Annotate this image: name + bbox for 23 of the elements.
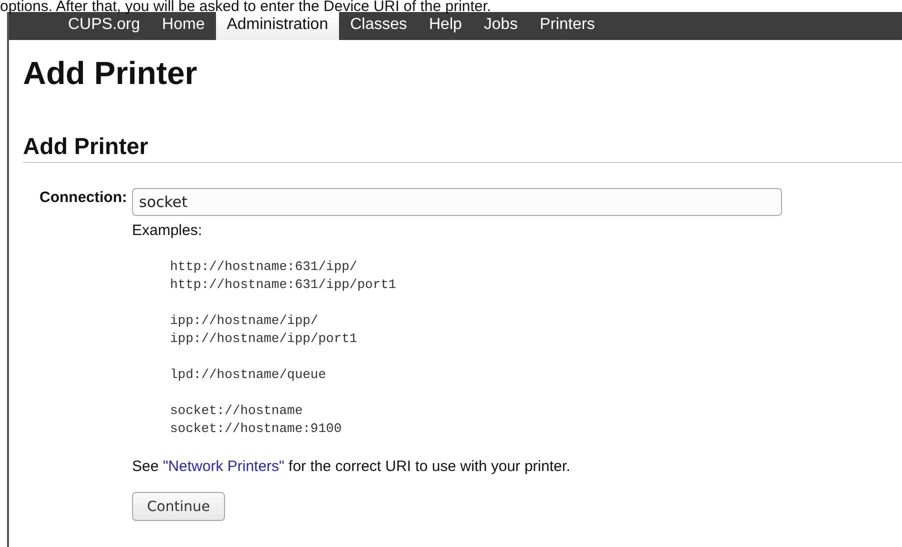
intro-text: options. After that, you will be asked to enter the Device URI of the printer.: [0, 0, 492, 12]
connection-label: Connection:: [38, 188, 128, 208]
example-uri: socket://hostname: [170, 402, 304, 420]
example-uri: ipp://hostname/ipp/port1: [170, 330, 358, 348]
example-uri: http://hostname:631/ipp/: [170, 258, 358, 276]
nav-tab[interactable]: Printers: [528, 12, 606, 40]
network-printers-link[interactable]: "Network Printers": [162, 458, 284, 475]
nav-tab[interactable]: Administration: [216, 12, 340, 40]
page-title: Add Printer: [23, 54, 198, 92]
continue-button[interactable]: Continue: [132, 492, 225, 521]
nav-tab[interactable]: Jobs: [472, 12, 529, 40]
note-text: See "Network Printers" for the correct URI to use with your printer.: [132, 458, 572, 476]
example-uri: http://hostname:631/ipp/port1: [170, 276, 398, 294]
nav-tab[interactable]: Help: [418, 12, 473, 40]
connection-field[interactable]: socket: [132, 188, 782, 216]
examples-label: Examples:: [132, 222, 204, 240]
nav-tab[interactable]: CUPS.org: [57, 12, 152, 40]
nav-tab[interactable]: Home: [151, 12, 216, 40]
example-uri: ipp://hostname/ipp/: [170, 312, 320, 330]
nav-tab[interactable]: Classes: [339, 12, 418, 40]
example-uri: socket://hostname:9100: [170, 420, 343, 438]
section-title: Add Printer: [23, 132, 902, 163]
example-uri: lpd://hostname/queue: [170, 366, 328, 384]
